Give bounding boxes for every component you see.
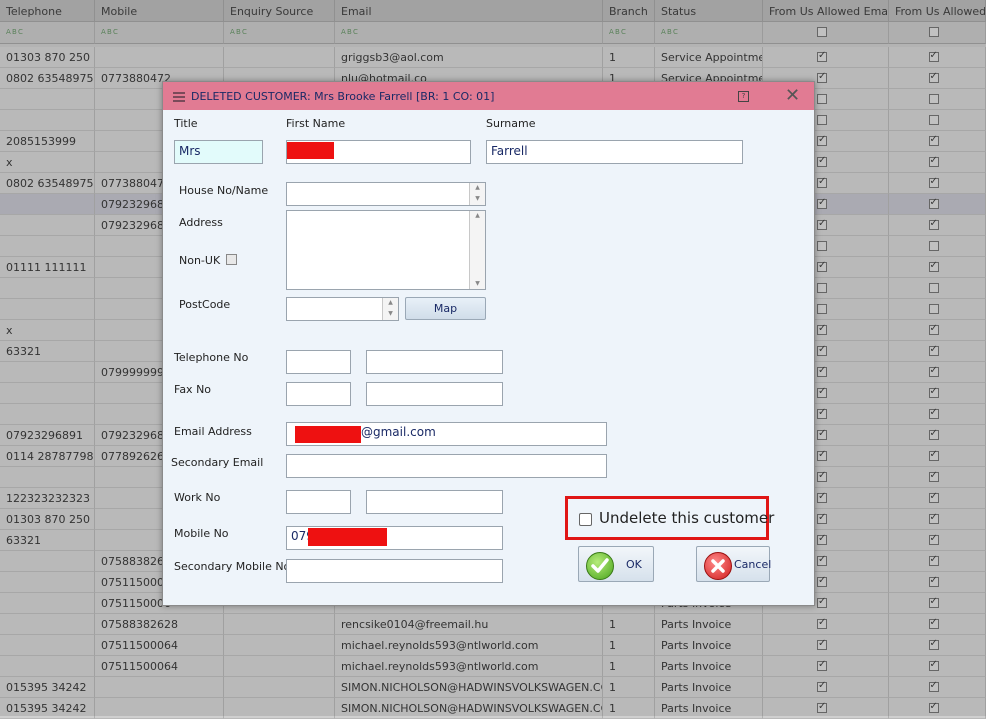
email-field[interactable]: @gmail.com bbox=[286, 422, 607, 446]
first-name-label: First Name bbox=[286, 117, 346, 130]
house-label: House No/Name bbox=[179, 184, 269, 197]
check-icon bbox=[586, 552, 614, 580]
address-label: Address bbox=[179, 216, 223, 229]
dialog-title: DELETED CUSTOMER: Mrs Brooke Farrell [BR… bbox=[191, 90, 495, 103]
non-uk-label: Non-UK bbox=[179, 254, 221, 267]
address-scrollbar[interactable]: ▲ ▼ bbox=[469, 211, 485, 289]
surname-field[interactable]: Farrell bbox=[486, 140, 743, 164]
deleted-customer-dialog: DELETED CUSTOMER: Mrs Brooke Farrell [BR… bbox=[162, 81, 815, 606]
mobile-label: Mobile No bbox=[174, 527, 229, 540]
secondary-mobile-field[interactable] bbox=[286, 559, 503, 583]
fax-number-field[interactable] bbox=[366, 382, 503, 406]
menu-icon[interactable] bbox=[173, 92, 185, 102]
ok-label: OK bbox=[626, 558, 642, 571]
non-uk-checkbox[interactable] bbox=[226, 254, 237, 265]
map-button[interactable]: Map bbox=[405, 297, 486, 320]
title-field[interactable]: Mrs bbox=[174, 140, 263, 164]
first-name-field[interactable] bbox=[286, 140, 471, 164]
secondary-mobile-label: Secondary Mobile No bbox=[174, 560, 291, 573]
fax-code-field[interactable] bbox=[286, 382, 351, 406]
house-field[interactable]: ▲ ▼ bbox=[286, 182, 486, 206]
address-field[interactable]: ▲ ▼ bbox=[286, 210, 486, 290]
undelete-label[interactable]: Undelete this customer bbox=[599, 509, 774, 527]
work-number-field[interactable] bbox=[366, 490, 503, 514]
redaction bbox=[287, 142, 334, 159]
ok-button[interactable]: OK bbox=[578, 546, 654, 582]
secondary-email-label: Secondary Email bbox=[171, 456, 264, 469]
cancel-label: Cancel bbox=[734, 558, 772, 571]
cancel-button[interactable]: Cancel bbox=[696, 546, 772, 582]
help-icon[interactable]: ? bbox=[738, 91, 749, 102]
undelete-checkbox[interactable] bbox=[579, 513, 592, 526]
telephone-label: Telephone No bbox=[174, 351, 249, 364]
fax-label: Fax No bbox=[174, 383, 212, 396]
surname-label: Surname bbox=[486, 117, 536, 130]
work-label: Work No bbox=[174, 491, 221, 504]
undelete-highlight: Undelete this customer bbox=[565, 496, 774, 540]
secondary-email-field[interactable] bbox=[286, 454, 607, 478]
postcode-field[interactable]: ▲ ▼ bbox=[286, 297, 399, 321]
email-label: Email Address bbox=[174, 425, 252, 438]
telephone-number-field[interactable] bbox=[366, 350, 503, 374]
title-label: Title bbox=[174, 117, 198, 130]
redaction bbox=[308, 528, 387, 546]
close-icon[interactable]: ✕ bbox=[785, 86, 800, 106]
telephone-code-field[interactable] bbox=[286, 350, 351, 374]
email-suffix: @gmail.com bbox=[361, 425, 436, 439]
work-code-field[interactable] bbox=[286, 490, 351, 514]
mobile-field[interactable]: 079 bbox=[286, 526, 503, 550]
redaction bbox=[295, 426, 361, 443]
postcode-spinner[interactable]: ▲ ▼ bbox=[382, 298, 398, 320]
house-scroll[interactable]: ▲ ▼ bbox=[469, 183, 485, 205]
postcode-label: PostCode bbox=[179, 298, 231, 311]
dialog-titlebar[interactable]: DELETED CUSTOMER: Mrs Brooke Farrell [BR… bbox=[163, 82, 814, 110]
cancel-icon bbox=[704, 552, 732, 580]
